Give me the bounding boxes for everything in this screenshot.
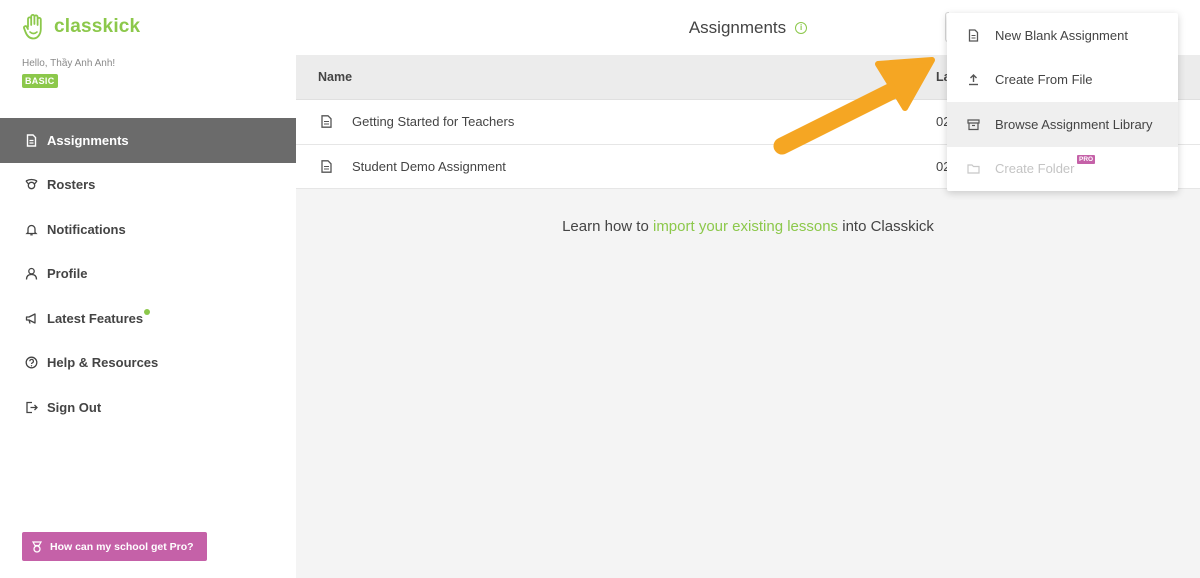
document-icon (321, 159, 332, 173)
logo[interactable]: classkick (22, 13, 140, 41)
sidebar-item-label: Latest Features (47, 310, 144, 326)
upload-icon (966, 73, 980, 87)
pro-tag: PRO (1077, 154, 1096, 164)
document-icon (24, 133, 38, 147)
hand-logo-icon (23, 14, 42, 40)
document-icon (966, 28, 980, 42)
sidebar-item-latest-features[interactable]: Latest Features (0, 296, 296, 341)
sidebar: classkick Hello, Thầy Anh Anh! BASIC Ass… (0, 0, 296, 578)
get-pro-label: How can my school get Pro? (50, 540, 194, 553)
sidebar-item-profile[interactable]: Profile (0, 252, 296, 297)
menu-item-label: Create Folder (995, 161, 1075, 177)
megaphone-icon (24, 311, 38, 325)
menu-item-create-folder[interactable]: Create Folder PRO (947, 147, 1178, 192)
library-icon (966, 117, 980, 131)
new-badge-dot (144, 309, 151, 316)
brand-name: classkick (54, 16, 141, 37)
import-lessons-hint: Learn how to import your existing lesson… (296, 218, 1200, 235)
sidebar-item-label: Rosters (47, 177, 96, 193)
menu-item-create-from-file[interactable]: Create From File (947, 58, 1178, 103)
sidebar-item-rosters[interactable]: Rosters (0, 163, 296, 208)
page-title: Assignments (688, 17, 787, 37)
menu-item-label: Create From File (995, 72, 1093, 88)
folder-icon (966, 162, 980, 176)
sidebar-item-label: Profile (47, 266, 88, 282)
sidebar-item-assignments[interactable]: Assignments (0, 118, 296, 163)
sidebar-item-label: Notifications (47, 221, 126, 237)
sidebar-item-label: Help & Resources (47, 355, 159, 371)
person-icon (24, 267, 38, 281)
sidebar-item-notifications[interactable]: Notifications (0, 207, 296, 252)
greeting-text: Hello, Thầy Anh Anh! (22, 58, 116, 69)
rosters-icon (24, 178, 38, 192)
menu-item-label: Browse Assignment Library (995, 116, 1153, 132)
learn-prefix: Learn how to (562, 218, 653, 235)
assignment-name: Getting Started for Teachers (352, 114, 515, 130)
get-pro-button[interactable]: How can my school get Pro? (22, 532, 207, 561)
sidebar-item-label: Assignments (47, 132, 129, 148)
sidebar-item-label: Sign Out (47, 399, 102, 415)
bell-icon (24, 222, 38, 236)
pro-medal-icon (31, 540, 43, 553)
document-icon (321, 115, 332, 128)
create-assignment-menu: New Blank Assignment Create From File Br… (947, 13, 1178, 191)
column-header-name[interactable]: Name (318, 70, 352, 84)
learn-suffix: into Classkick (838, 218, 934, 235)
sidebar-item-sign-out[interactable]: Sign Out (0, 385, 296, 430)
plan-badge: BASIC (22, 74, 58, 88)
sign-out-icon (24, 400, 38, 414)
info-icon[interactable]: i (795, 21, 808, 34)
sidebar-item-help[interactable]: Help & Resources (0, 341, 296, 386)
sidebar-nav: Assignments Rosters Notifications Profil… (0, 118, 296, 430)
menu-item-new-blank-assignment[interactable]: New Blank Assignment (947, 13, 1178, 58)
menu-item-label: New Blank Assignment (995, 27, 1128, 43)
help-icon (24, 356, 38, 370)
import-lessons-link[interactable]: import your existing lessons (653, 218, 838, 235)
assignment-name: Student Demo Assignment (352, 158, 506, 174)
menu-item-browse-library[interactable]: Browse Assignment Library (947, 102, 1178, 147)
